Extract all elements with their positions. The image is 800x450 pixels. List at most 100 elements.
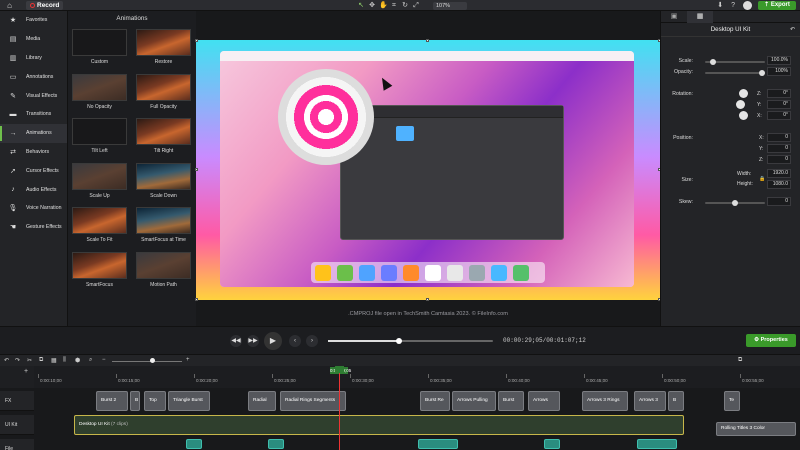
scale-field[interactable]: 100.0% — [767, 56, 791, 65]
fx-clip[interactable]: Arrows Pulling — [452, 391, 496, 411]
sidebar-item-favorites[interactable]: ★ Favorites — [0, 11, 67, 30]
position-field[interactable]: 0 — [767, 155, 791, 164]
download-icon[interactable]: ⬇ — [717, 1, 723, 10]
animation-preset[interactable]: Scale To Fit — [72, 207, 127, 251]
zoom-select[interactable]: 107% — [433, 1, 467, 10]
fit-icon[interactable]: ⤢ — [412, 2, 420, 10]
animation-preset[interactable]: Motion Path — [136, 251, 191, 296]
sidebar-item-behaviors[interactable]: ⇄ Behaviors — [0, 143, 67, 162]
slider-knob[interactable] — [732, 199, 738, 206]
sidebar-item-audio-effects[interactable]: ♪ Audio Effects — [0, 180, 67, 199]
track-label-fx[interactable]: FX — [0, 391, 34, 411]
fx-clip[interactable]: Arrows 3 Rings — [582, 391, 628, 411]
fx-clip[interactable]: Burst — [498, 391, 524, 411]
next-marker-icon[interactable]: › — [306, 335, 318, 347]
fx-clip[interactable]: Radial Rings Segments — [280, 391, 346, 411]
animation-preset[interactable]: Scale Down — [136, 162, 191, 207]
animation-preset[interactable]: Restore — [136, 29, 191, 73]
playhead[interactable] — [335, 366, 344, 450]
animation-preset[interactable]: Tilt Right — [136, 118, 191, 162]
collapse-icon[interactable]: ↶ — [790, 26, 795, 33]
sidebar-item-media[interactable]: ▤ Media — [0, 30, 67, 49]
rotation-dial-icon[interactable] — [739, 111, 748, 120]
animation-preset[interactable]: Tilt Left — [72, 118, 127, 162]
track-label-ui-kit[interactable]: UI Kit — [0, 415, 34, 435]
previous-marker-icon[interactable]: ‹ — [289, 335, 301, 347]
preview-canvas[interactable] — [195, 39, 661, 301]
properties-button[interactable]: ⚙ Properties — [746, 334, 796, 347]
skew-slider[interactable] — [705, 199, 765, 206]
scrub-handle[interactable] — [395, 337, 402, 344]
zoom-icon[interactable]: ⌕ — [89, 357, 92, 364]
skew-field[interactable]: 0 — [767, 197, 791, 206]
rotation-dial-icon[interactable] — [736, 100, 745, 109]
position-field[interactable]: 0 — [767, 133, 791, 142]
sidebar-item-visual-effects[interactable]: ✎ Visual Effects — [0, 86, 67, 105]
animation-preset[interactable]: Full Opacity — [136, 73, 191, 118]
move-tool-icon[interactable]: ✥ — [368, 2, 376, 10]
snapshot-icon[interactable]: ⬢ — [75, 357, 80, 364]
resize-handle[interactable] — [195, 168, 198, 171]
scale-slider[interactable] — [705, 58, 765, 65]
slider-knob[interactable] — [710, 58, 717, 65]
paste-icon[interactable]: ▦ — [51, 357, 57, 364]
help-icon[interactable]: ? — [731, 1, 735, 10]
fx-clip[interactable]: B — [668, 391, 684, 411]
rotation-field[interactable]: 0° — [767, 100, 791, 109]
sidebar-item-cursor-effects[interactable]: ➚ Cursor Effects — [0, 161, 67, 180]
rotation-field[interactable]: 0° — [767, 111, 791, 120]
rotation-field[interactable]: 0° — [767, 89, 791, 98]
media-clip[interactable] — [637, 439, 677, 449]
track-label-file[interactable]: File — [0, 439, 34, 450]
fx-clip[interactable]: Radial — [248, 391, 276, 411]
fx-clip[interactable]: Burst 2 — [96, 391, 128, 411]
fx-clip[interactable]: Te — [724, 391, 740, 411]
finder-window[interactable] — [340, 105, 564, 240]
resize-handle[interactable] — [426, 298, 429, 301]
step-forward-icon[interactable]: ▶▶ — [247, 335, 259, 347]
sidebar-item-annotations[interactable]: ▭ Annotations — [0, 67, 67, 86]
rotation-dial-icon[interactable] — [739, 89, 748, 98]
timeline-zoom-slider[interactable] — [112, 358, 182, 363]
media-clip[interactable] — [418, 439, 458, 449]
pan-tool-icon[interactable]: ✋ — [379, 2, 388, 10]
lock-icon[interactable]: 🔒 — [759, 176, 765, 182]
sidebar-item-transitions[interactable]: ▬ Transitions — [0, 105, 67, 124]
step-back-icon[interactable]: ◀◀ — [230, 335, 242, 347]
zoom-in-icon[interactable]: + — [186, 357, 190, 363]
crop-tool-icon[interactable]: ⌗ — [390, 2, 398, 10]
scrub-bar[interactable] — [328, 337, 493, 344]
select-tool-icon[interactable]: ↖ — [357, 2, 365, 10]
fx-clip[interactable]: Arrows 3 — [634, 391, 666, 411]
add-track-icon[interactable]: + — [24, 368, 28, 375]
timeline-ruler[interactable]: 0:00:29;05 0:00:10;000:00:15;000:00:20;0… — [34, 366, 800, 388]
sidebar-item-animations[interactable]: → Animations — [0, 123, 67, 143]
fx-clip[interactable]: Burst Re — [420, 391, 450, 411]
refresh-icon[interactable]: ↻ — [401, 2, 409, 10]
undo-icon[interactable]: ↶ — [4, 357, 9, 364]
fx-clip[interactable]: B — [130, 391, 140, 411]
animation-preset[interactable]: Custom — [72, 29, 127, 73]
resize-handle[interactable] — [195, 298, 198, 301]
tab-visual-properties[interactable]: ▣ — [661, 11, 687, 23]
sidebar-item-library[interactable]: ▥ Library — [0, 49, 67, 68]
opacity-slider[interactable] — [705, 69, 765, 76]
media-clip[interactable] — [544, 439, 560, 449]
sidebar-item-gesture-effects[interactable]: ☚ Gesture Effects — [0, 218, 67, 237]
side-clip[interactable]: Rolling Titles 3 Color — [716, 422, 796, 436]
resize-handle[interactable] — [195, 39, 198, 42]
position-field[interactable]: 0 — [767, 144, 791, 153]
width-field[interactable]: 1920.0 — [767, 169, 791, 178]
animation-preset[interactable]: Scale Up — [72, 162, 127, 207]
height-field[interactable]: 1080.0 — [767, 180, 791, 189]
sidebar-item-voice-narration[interactable]: 🎙 Voice Narration — [0, 199, 67, 218]
opacity-field[interactable]: 100% — [767, 67, 791, 76]
detach-icon[interactable]: ⧉ — [738, 357, 742, 364]
export-button[interactable]: ⇡ Export — [758, 1, 796, 10]
animation-preset[interactable]: No Opacity — [72, 73, 127, 118]
play-button[interactable]: ▶ — [264, 332, 282, 350]
slider-knob[interactable] — [759, 69, 765, 76]
cut-icon[interactable]: ✂ — [27, 357, 32, 364]
desktop-mockup[interactable] — [220, 51, 634, 287]
animation-preset[interactable]: SmartFocus at Time — [136, 207, 191, 251]
